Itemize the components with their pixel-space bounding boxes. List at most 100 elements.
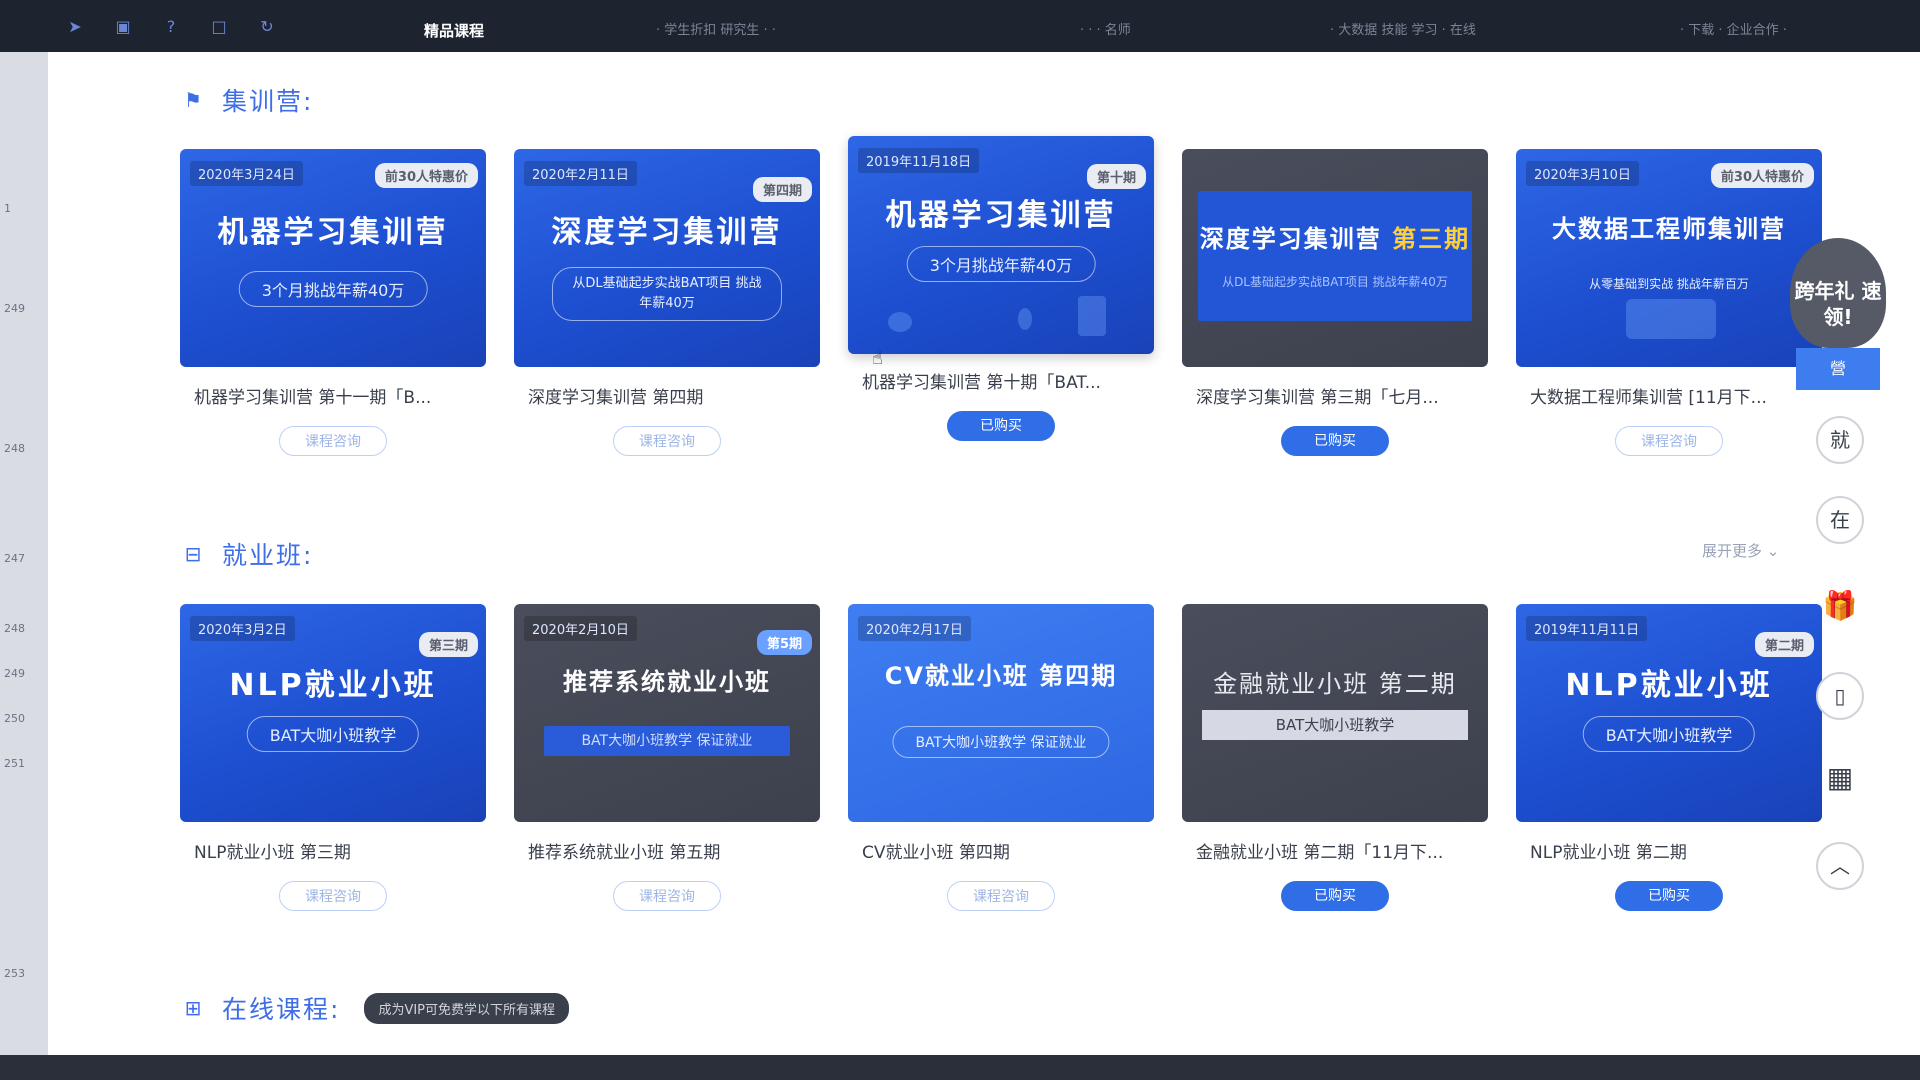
ruler-tick: 247 xyxy=(4,552,25,565)
course-card[interactable]: 2020年3月2日 第三期 NLP就业小班 BAT大咖小班教学 NLP就业小班 … xyxy=(180,604,486,911)
purchased-button[interactable]: 已购买 xyxy=(947,411,1055,441)
course-date: 2020年3月10日 xyxy=(1526,161,1639,186)
qr-code-icon[interactable]: ▦ xyxy=(1820,758,1860,798)
gift-box-icon[interactable]: 🎁 xyxy=(1820,586,1860,626)
course-thumb-subtitle: BAT大咖小班教学 xyxy=(246,716,420,752)
course-thumbnail[interactable]: 深度学习集训营 第三期 从DL基础起步实战BAT项目 挑战年薪40万 xyxy=(1182,149,1488,367)
section-header-camp: ⚑ 集训营: xyxy=(182,82,313,118)
course-thumb-title: 深度学习集训营 xyxy=(551,215,783,250)
gift-tag: 營 xyxy=(1796,348,1880,390)
course-thumbnail[interactable]: 2020年3月24日 前30人特惠价 机器学习集训营 3个月挑战年薪40万 xyxy=(180,149,486,367)
nav-item-5[interactable]: · 下载 · 企业合作 · xyxy=(1680,22,1787,40)
nav-item-4[interactable]: · 大数据 技能 学习 · 在线 xyxy=(1330,22,1476,40)
course-card-hovered[interactable]: 2019年11月18日 第十期 机器学习集训营 3个月挑战年薪40万 机器学习集… xyxy=(848,136,1154,441)
course-label[interactable]: NLP就业小班 第二期 xyxy=(1516,838,1820,863)
course-label[interactable]: 推荐系统就业小班 第五期 xyxy=(514,838,818,863)
nav-item-featured-courses[interactable]: 精品课程 xyxy=(424,22,484,40)
course-label[interactable]: NLP就业小班 第三期 xyxy=(180,838,484,863)
consult-button[interactable]: 课程咨询 xyxy=(1615,426,1723,456)
left-ruler: 1 249 248 247 248 249 250 251 253 xyxy=(0,52,48,1080)
course-thumb-subtitle: BAT大咖小班教学 保证就业 xyxy=(544,726,790,756)
course-card[interactable]: 2020年2月17日 CV就业小班 第四期 BAT大咖小班教学 保证就业 CV就… xyxy=(848,604,1154,911)
course-label[interactable]: CV就业小班 第四期 xyxy=(848,838,1152,863)
gift-mascot: 跨年礼 速领! xyxy=(1790,238,1886,348)
course-label[interactable]: 深度学习集训营 第三期「七月... xyxy=(1182,383,1486,408)
course-thumbnail[interactable]: 2020年2月17日 CV就业小班 第四期 BAT大咖小班教学 保证就业 xyxy=(848,604,1154,822)
ruler-tick: 1 xyxy=(4,202,11,215)
chevron-down-icon: ⌄ xyxy=(1766,542,1780,560)
course-thumbnail[interactable]: 2020年3月2日 第三期 NLP就业小班 BAT大咖小班教学 xyxy=(180,604,486,822)
section-header-job: ⊟ 就业班: xyxy=(182,536,313,572)
course-thumb-title: CV就业小班 第四期 xyxy=(884,662,1118,690)
course-thumb-title-text: 深度学习集训营 xyxy=(1199,225,1382,253)
top-nav-bar: ➤ ▣ ? □ ↻ 精品课程 · 学生折扣 研究生 · · · · · 名师 ·… xyxy=(0,0,1920,52)
course-thumb-title: 大数据工程师集训营 xyxy=(1552,215,1786,243)
course-thumb-subtitle: BAT大咖小班教学 xyxy=(1202,710,1468,740)
course-thumb-subtitle: BAT大咖小班教学 保证就业 xyxy=(892,726,1110,758)
calendar-icon[interactable]: ▣ xyxy=(114,18,132,36)
mouse-cursor-icon: ☝ xyxy=(872,348,883,369)
course-date: 2020年2月11日 xyxy=(524,161,637,186)
course-card[interactable]: 2020年2月10日 第5期 推荐系统就业小班 BAT大咖小班教学 保证就业 推… xyxy=(514,604,820,911)
purchased-button[interactable]: 已购买 xyxy=(1281,881,1389,911)
course-date: 2020年3月24日 xyxy=(190,161,303,186)
course-label[interactable]: 机器学习集训营 第十一期「B... xyxy=(180,383,484,408)
course-thumbnail[interactable]: 2020年3月10日 前30人特惠价 大数据工程师集训营 从零基础到实战 挑战年… xyxy=(1516,149,1822,367)
decor-shape xyxy=(1018,308,1032,330)
online-shortcut-button[interactable]: 在 xyxy=(1816,496,1864,544)
course-thumbnail[interactable]: 2020年2月11日 第四期 深度学习集训营 从DL基础起步实战BAT项目 挑战… xyxy=(514,149,820,367)
course-thumbnail[interactable]: 2019年11月18日 第十期 机器学习集训营 3个月挑战年薪40万 xyxy=(848,136,1154,354)
course-label[interactable]: 大数据工程师集训营 [11月下... xyxy=(1516,383,1820,408)
purchased-button[interactable]: 已购买 xyxy=(1281,426,1389,456)
mobile-app-icon[interactable]: ▯ xyxy=(1816,672,1864,720)
vip-banner-pill[interactable]: 成为VIP可免费学以下所有课程 xyxy=(364,992,570,1024)
course-badge: 前30人特惠价 xyxy=(374,163,478,188)
course-card[interactable]: 2020年3月10日 前30人特惠价 大数据工程师集训营 从零基础到实战 挑战年… xyxy=(1516,149,1822,456)
course-card[interactable]: 深度学习集训营 第三期 从DL基础起步实战BAT项目 挑战年薪40万 深度学习集… xyxy=(1182,149,1488,456)
course-thumbnail[interactable]: 金融就业小班 第二期 BAT大咖小班教学 xyxy=(1182,604,1488,822)
course-card[interactable]: 2020年3月24日 前30人特惠价 机器学习集训营 3个月挑战年薪40万 机器… xyxy=(180,149,486,456)
nav-item-3[interactable]: · · · 名师 xyxy=(1080,22,1131,40)
course-card[interactable]: 金融就业小班 第二期 BAT大咖小班教学 金融就业小班 第二期「11月下... … xyxy=(1182,604,1488,911)
window-icon[interactable]: □ xyxy=(210,18,228,36)
consult-button[interactable]: 课程咨询 xyxy=(947,881,1055,911)
employment-shortcut-button[interactable]: 就 xyxy=(1816,416,1864,464)
back-to-top-icon[interactable]: ︿ xyxy=(1816,842,1864,890)
course-thumbnail[interactable]: 2020年2月10日 第5期 推荐系统就业小班 BAT大咖小班教学 保证就业 xyxy=(514,604,820,822)
consult-button[interactable]: 课程咨询 xyxy=(279,426,387,456)
briefcase-icon: ⊟ xyxy=(184,542,202,566)
cursor-icon[interactable]: ➤ xyxy=(66,18,84,36)
course-thumb-subtitle: 3个月挑战年薪40万 xyxy=(906,246,1096,282)
course-thumbnail[interactable]: 2019年11月11日 第二期 NLP就业小班 BAT大咖小班教学 xyxy=(1516,604,1822,822)
course-badge: 第5期 xyxy=(756,630,812,655)
course-thumb-subtitle: 3个月挑战年薪40万 xyxy=(238,271,428,307)
course-card[interactable]: 2020年2月11日 第四期 深度学习集训营 从DL基础起步实战BAT项目 挑战… xyxy=(514,149,820,456)
purchased-button[interactable]: 已购买 xyxy=(1615,881,1723,911)
course-card[interactable]: 2019年11月11日 第二期 NLP就业小班 BAT大咖小班教学 NLP就业小… xyxy=(1516,604,1822,911)
consult-button[interactable]: 课程咨询 xyxy=(613,881,721,911)
section-title-job: 就业班: xyxy=(222,541,314,570)
bottom-bar xyxy=(0,1055,1920,1080)
nav-item-2[interactable]: · 学生折扣 研究生 · · xyxy=(656,22,776,40)
decor-shape xyxy=(1626,299,1716,339)
help-icon[interactable]: ? xyxy=(162,18,180,36)
course-thumb-subtitle: 从DL基础起步实战BAT项目 挑战年薪40万 xyxy=(1222,275,1448,289)
course-badge: 第三期 xyxy=(418,632,478,657)
course-thumb-subtitle: 从零基础到实战 挑战年薪百万 xyxy=(1589,277,1749,291)
course-thumb-title: 机器学习集训营 xyxy=(217,215,449,250)
consult-button[interactable]: 课程咨询 xyxy=(613,426,721,456)
flag-icon: ⚑ xyxy=(184,88,202,112)
course-thumb-title: 金融就业小班 第二期 xyxy=(1213,670,1457,698)
expand-more-link[interactable]: 展开更多 ⌄ xyxy=(1702,540,1779,561)
consult-button[interactable]: 课程咨询 xyxy=(279,881,387,911)
course-label[interactable]: 深度学习集训营 第四期 xyxy=(514,383,818,408)
ruler-tick: 249 xyxy=(4,667,25,680)
ruler-tick: 248 xyxy=(4,622,25,635)
course-thumb-title: NLP就业小班 xyxy=(1565,668,1773,703)
refresh-icon[interactable]: ↻ xyxy=(258,18,276,36)
course-label[interactable]: 金融就业小班 第二期「11月下... xyxy=(1182,838,1486,863)
course-label[interactable]: 机器学习集训营 第十期「BAT... xyxy=(848,368,1152,393)
course-badge: 前30人特惠价 xyxy=(1710,163,1814,188)
new-year-gift-widget[interactable]: 跨年礼 速领! 營 xyxy=(1790,238,1886,398)
course-thumb-subtitle: BAT大咖小班教学 xyxy=(1582,716,1756,752)
